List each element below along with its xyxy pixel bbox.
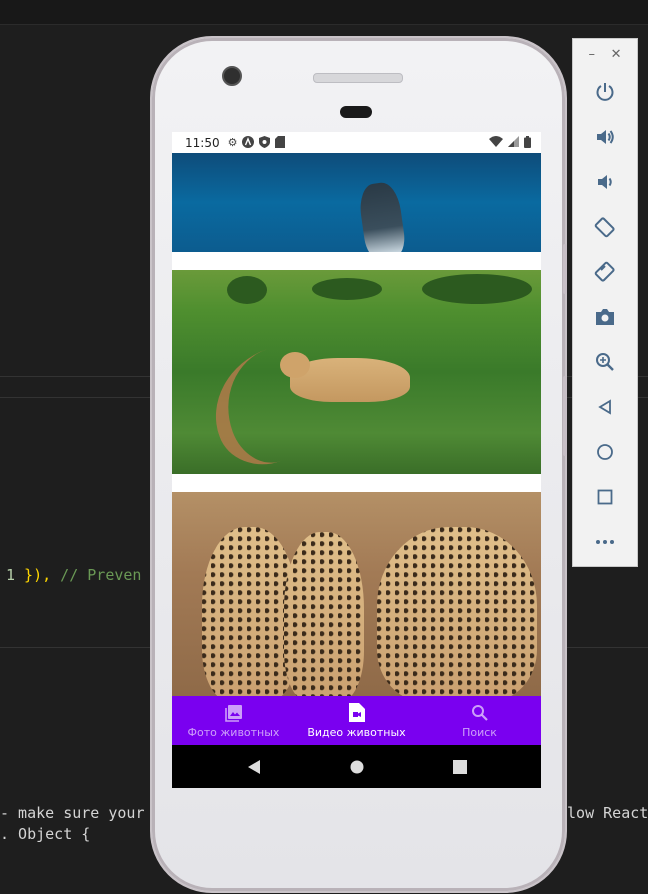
- emulator-toolbar: – ✕: [572, 38, 638, 567]
- sd-card-icon: [275, 135, 286, 150]
- nav-label: Видео животных: [307, 725, 406, 739]
- volume-down-button[interactable]: [573, 159, 637, 204]
- bush: [422, 274, 532, 304]
- status-bar: 11:50 ⚙: [172, 132, 541, 153]
- nav-item-videos[interactable]: Видео животных: [295, 696, 418, 745]
- battery-icon: [524, 136, 531, 151]
- overview-square-icon: [452, 759, 467, 774]
- close-icon[interactable]: ✕: [611, 47, 622, 62]
- code-line: - make sure your: [0, 804, 145, 822]
- volume-up-icon: [597, 129, 614, 144]
- video-file-icon: [348, 703, 365, 723]
- code-number: 1: [6, 566, 16, 584]
- code-line: 1 }), // Preven: [6, 566, 141, 584]
- signal-icon: [508, 136, 519, 151]
- back-icon: [598, 398, 611, 415]
- home-circle-icon: [350, 760, 363, 773]
- screenshot-button[interactable]: [573, 294, 637, 339]
- status-time: 11:50: [185, 135, 220, 150]
- system-navigation-bar: [172, 745, 541, 788]
- cheetah: [377, 527, 537, 696]
- home-button[interactable]: [305, 760, 408, 774]
- nav-label: Фото животных: [187, 725, 280, 739]
- power-side-button: [563, 244, 567, 294]
- volume-up-button[interactable]: [573, 114, 637, 159]
- phone-screen: 11:50 ⚙ Фото животных Видео животных Пои…: [172, 132, 541, 788]
- volume-down-icon: [598, 174, 612, 189]
- shield-icon: [259, 135, 271, 150]
- zoom-button[interactable]: [573, 339, 637, 384]
- rotate-left-icon: [594, 216, 615, 237]
- front-camera: [222, 66, 242, 86]
- volume-side-button: [563, 376, 567, 456]
- earpiece: [340, 106, 372, 118]
- code-comment: // Preven: [51, 566, 142, 584]
- video-item-lioness[interactable]: [172, 270, 541, 474]
- settings-icon: ⚙: [227, 136, 238, 149]
- nav-item-photos[interactable]: Фото животных: [172, 696, 295, 745]
- more-icon: [596, 539, 614, 544]
- rotate-right-button[interactable]: [573, 249, 637, 294]
- bush: [227, 276, 267, 304]
- more-button[interactable]: [573, 519, 637, 564]
- search-icon: [471, 703, 488, 723]
- cheetah: [284, 532, 364, 696]
- minimize-icon[interactable]: –: [589, 47, 596, 62]
- back-triangle-icon: [247, 759, 260, 774]
- cheetah: [202, 527, 297, 696]
- power-button[interactable]: [573, 69, 637, 114]
- overview-button[interactable]: [408, 759, 511, 774]
- power-icon: [596, 82, 614, 101]
- emu-home-button[interactable]: [573, 429, 637, 474]
- nav-label: Поиск: [462, 725, 497, 739]
- video-item-ocean[interactable]: [172, 153, 541, 252]
- dirt-path: [196, 332, 352, 474]
- status-right-icons: [489, 136, 531, 151]
- emu-overview-button[interactable]: [573, 474, 637, 519]
- whale-shape: [356, 180, 408, 252]
- emu-back-button[interactable]: [573, 384, 637, 429]
- code-punctuation: }),: [15, 566, 52, 584]
- speaker-grille: [313, 73, 403, 83]
- zoom-icon: [596, 352, 614, 371]
- rotate-right-icon: [594, 261, 615, 282]
- bush: [312, 278, 382, 300]
- ide-title-bar: [0, 0, 648, 25]
- camera-icon: [596, 308, 614, 325]
- bottom-navigation: Фото животных Видео животных Поиск: [172, 696, 541, 745]
- overview-icon: [597, 489, 613, 504]
- emulator-toolbar-header: – ✕: [573, 39, 637, 69]
- lioness-head: [280, 352, 310, 378]
- wifi-icon: [489, 136, 503, 151]
- app-a-icon: [242, 135, 255, 150]
- nav-item-search[interactable]: Поиск: [418, 696, 541, 745]
- back-button[interactable]: [202, 759, 305, 775]
- code-line: llow React: [558, 804, 648, 822]
- image-icon: [224, 703, 243, 723]
- home-icon: [597, 443, 613, 460]
- code-line: . Object {: [0, 825, 91, 843]
- rotate-left-button[interactable]: [573, 204, 637, 249]
- video-item-cheetahs[interactable]: [172, 492, 541, 696]
